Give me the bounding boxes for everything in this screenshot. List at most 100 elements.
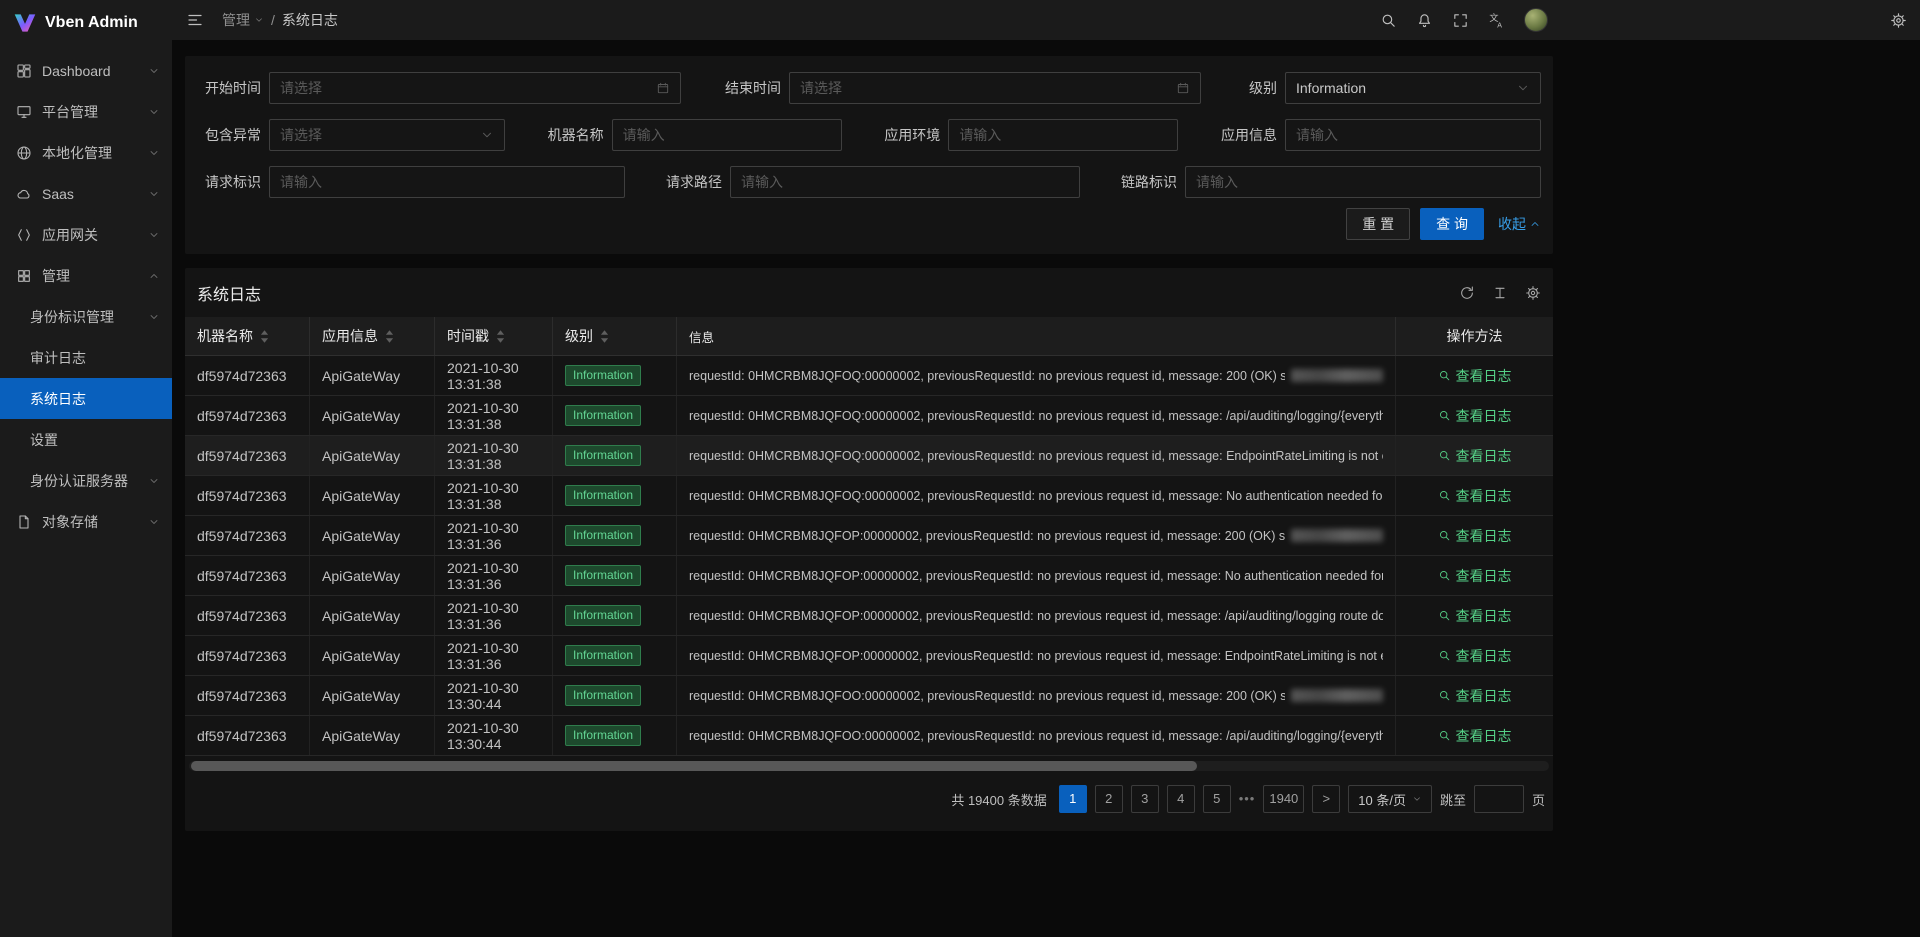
- sidebar-item-audit-logs[interactable]: 审计日志: [0, 337, 172, 378]
- sidebar-item-saas[interactable]: Saas: [0, 173, 172, 214]
- view-log-button[interactable]: 查看日志: [1438, 406, 1512, 426]
- cell-app: ApiGateWay: [310, 356, 435, 395]
- vben-logo-icon: [13, 11, 37, 35]
- column-header-machine[interactable]: 机器名称: [185, 317, 310, 355]
- request-path-field[interactable]: [730, 166, 1080, 198]
- sidebar-item-settings[interactable]: 设置: [0, 419, 172, 460]
- trace-id-field[interactable]: [1185, 166, 1541, 198]
- column-height-icon[interactable]: [1492, 285, 1508, 301]
- request-path-input[interactable]: [741, 174, 1069, 190]
- view-log-button[interactable]: 查看日志: [1438, 366, 1512, 386]
- next-page-button[interactable]: >: [1312, 785, 1340, 813]
- sidebar-item-dashboard[interactable]: Dashboard: [0, 50, 172, 91]
- cell-message: requestId: 0HMCRBM8JQFOO:00000002, previ…: [677, 716, 1396, 755]
- exception-select[interactable]: 请选择: [269, 119, 505, 151]
- page-size-select[interactable]: 10 条/页: [1348, 785, 1432, 813]
- view-log-button[interactable]: 查看日志: [1438, 686, 1512, 706]
- end-time-picker[interactable]: [789, 72, 1201, 104]
- column-header-level[interactable]: 级别: [553, 317, 677, 355]
- reset-button[interactable]: 重 置: [1346, 208, 1410, 240]
- page-button-3[interactable]: 3: [1131, 785, 1159, 813]
- page-button-2[interactable]: 2: [1095, 785, 1123, 813]
- query-button[interactable]: 查 询: [1420, 208, 1484, 240]
- app-info-input[interactable]: [1296, 127, 1530, 143]
- sidebar-item-localization[interactable]: 本地化管理: [0, 132, 172, 173]
- breadcrumb-section[interactable]: 管理: [222, 10, 264, 30]
- settings-gear-icon[interactable]: [1890, 12, 1907, 29]
- sort-carets-icon: [600, 329, 609, 344]
- sidebar-item-auth-server[interactable]: 身份认证服务器: [0, 460, 172, 501]
- cell-level: Information: [553, 516, 677, 555]
- collapse-toggle[interactable]: 收起: [1498, 214, 1541, 234]
- machine-name-field[interactable]: [612, 119, 842, 151]
- cell-timestamp: 2021-10-30 13:31:38: [435, 436, 553, 475]
- view-log-button[interactable]: 查看日志: [1438, 606, 1512, 626]
- request-id-input[interactable]: [280, 174, 614, 190]
- bell-icon[interactable]: [1416, 12, 1433, 29]
- environment-input[interactable]: [959, 127, 1167, 143]
- view-log-button[interactable]: 查看日志: [1438, 566, 1512, 586]
- storage-icon: [16, 514, 32, 530]
- sidebar-item-identity-management[interactable]: 身份标识管理: [0, 296, 172, 337]
- app-info-field[interactable]: [1285, 119, 1541, 151]
- calendar-icon: [656, 81, 670, 95]
- start-time-picker[interactable]: [269, 72, 681, 104]
- cell-message: requestId: 0HMCRBM8JQFOQ:00000002, previ…: [677, 476, 1396, 515]
- column-header-actions: 操作方法: [1396, 317, 1553, 355]
- user-avatar[interactable]: [1524, 8, 1548, 32]
- sidebar-item-object-storage[interactable]: 对象存储: [0, 501, 172, 542]
- magnifier-icon: [1438, 409, 1451, 422]
- page-button-last[interactable]: 1940: [1263, 785, 1304, 813]
- system-log-table: 机器名称 应用信息 时间戳 级别 信息: [185, 317, 1553, 756]
- end-time-input[interactable]: [800, 80, 1168, 96]
- view-log-button[interactable]: 查看日志: [1438, 446, 1512, 466]
- sort-carets-icon: [260, 329, 269, 344]
- cell-message: requestId: 0HMCRBM8JQFOP:00000002, previ…: [677, 556, 1396, 595]
- table-row: df5974d72363 ApiGateWay 2021-10-30 13:30…: [185, 716, 1553, 756]
- chevron-down-icon: [148, 475, 160, 487]
- cell-message: requestId: 0HMCRBM8JQFOQ:00000002, previ…: [677, 396, 1396, 435]
- sidebar-item-gateway[interactable]: 应用网关: [0, 214, 172, 255]
- search-icon[interactable]: [1380, 12, 1397, 29]
- trace-id-input[interactable]: [1196, 174, 1530, 190]
- jump-page-input[interactable]: [1474, 785, 1524, 813]
- redacted-blur: [1291, 369, 1383, 382]
- column-header-app[interactable]: 应用信息: [310, 317, 435, 355]
- menu-fold-icon[interactable]: [186, 11, 204, 29]
- page-button-4[interactable]: 4: [1167, 785, 1195, 813]
- cell-actions: 查看日志: [1396, 716, 1553, 755]
- view-log-button[interactable]: 查看日志: [1438, 726, 1512, 746]
- cell-machine: df5974d72363: [185, 636, 310, 675]
- level-tag: Information: [565, 365, 641, 386]
- cell-message: requestId: 0HMCRBM8JQFOP:00000002, previ…: [677, 516, 1396, 555]
- cell-timestamp: 2021-10-30 13:31:38: [435, 476, 553, 515]
- level-select[interactable]: Information: [1285, 72, 1541, 104]
- view-log-button[interactable]: 查看日志: [1438, 526, 1512, 546]
- column-header-timestamp[interactable]: 时间戳: [435, 317, 553, 355]
- breadcrumb-current: 系统日志: [282, 10, 338, 30]
- app-logo[interactable]: Vben Admin: [0, 0, 172, 46]
- start-time-input[interactable]: [280, 80, 648, 96]
- settings-gear-icon[interactable]: [1525, 285, 1541, 301]
- machine-name-input[interactable]: [623, 127, 831, 143]
- sidebar-item-label: 对象存储: [42, 512, 148, 532]
- sidebar-item-platform[interactable]: 平台管理: [0, 91, 172, 132]
- svg-text:A: A: [1497, 21, 1502, 28]
- chevron-down-icon: [148, 516, 160, 528]
- column-header-message: 信息: [677, 317, 1396, 355]
- sidebar-item-management[interactable]: 管理: [0, 255, 172, 296]
- system-log-panel: 系统日志 机器名称: [185, 268, 1553, 831]
- pagination-ellipsis[interactable]: •••: [1239, 785, 1256, 813]
- refresh-icon[interactable]: [1459, 285, 1475, 301]
- horizontal-scrollbar-thumb[interactable]: [191, 761, 1197, 771]
- translate-icon[interactable]: 文 A: [1488, 12, 1505, 29]
- page-button-5[interactable]: 5: [1203, 785, 1231, 813]
- view-log-button[interactable]: 查看日志: [1438, 646, 1512, 666]
- view-log-button[interactable]: 查看日志: [1438, 486, 1512, 506]
- fullscreen-icon[interactable]: [1452, 12, 1469, 29]
- request-id-field[interactable]: [269, 166, 625, 198]
- sidebar-item-system-logs[interactable]: 系统日志: [0, 378, 172, 419]
- page-button-1[interactable]: 1: [1059, 785, 1087, 813]
- environment-field[interactable]: [948, 119, 1178, 151]
- sidebar-submenu-management: 身份标识管理 审计日志 系统日志 设置 身份认证服务器: [0, 296, 172, 501]
